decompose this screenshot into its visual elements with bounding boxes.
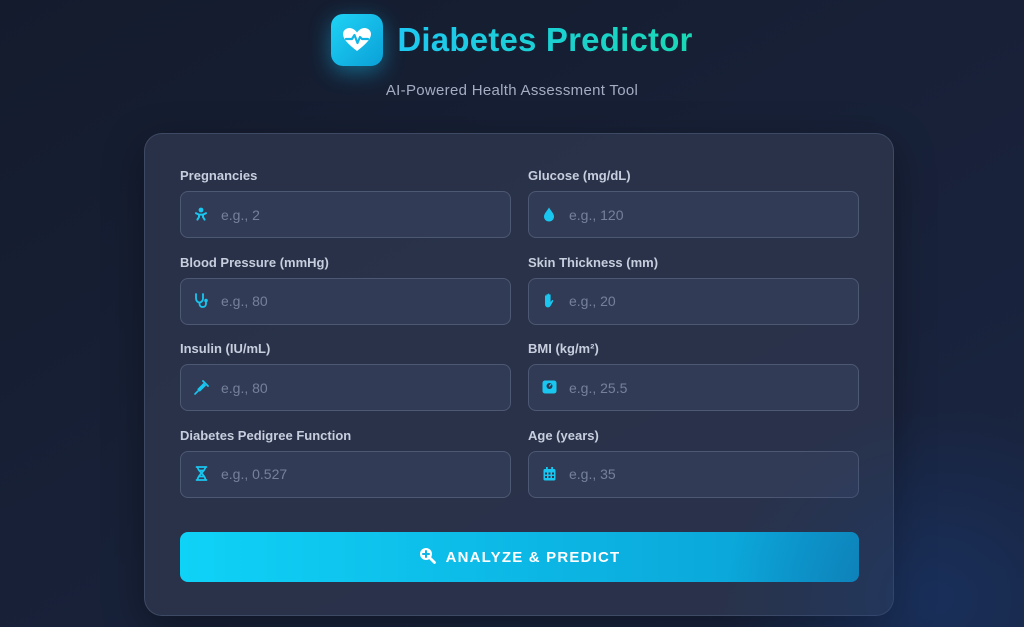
syringe-icon: [193, 379, 209, 395]
skin-thickness-input[interactable]: [529, 278, 858, 324]
dna-icon: [193, 466, 209, 482]
pedigree-input-wrap: [180, 450, 511, 498]
calendar-icon: [541, 466, 557, 482]
skin-thickness-input-wrap: [528, 277, 859, 325]
age-field: Age (years): [528, 427, 859, 516]
page-title: Diabetes Predictor: [397, 21, 693, 58]
blood-pressure-input[interactable]: [181, 278, 510, 324]
pregnancies-input-wrap: [180, 191, 511, 238]
glucose-label: Glucose (mg/dL): [528, 168, 631, 183]
analyze-predict-label: ANALYZE & PREDICT: [445, 548, 621, 566]
age-label: Age (years): [528, 427, 599, 443]
pregnancies-field: Pregnancies: [180, 169, 511, 256]
bmi-input[interactable]: [529, 365, 858, 410]
heart-pulse-icon: [331, 14, 384, 66]
skin-thickness-field: Skin Thickness (mm): [528, 254, 859, 343]
droplet-icon: [541, 206, 557, 222]
glucose-input[interactable]: [529, 192, 858, 237]
weight-scale-icon: [541, 379, 557, 395]
analyze-predict-button[interactable]: ANALYZE & PREDICT: [180, 532, 859, 582]
baby-icon: [193, 206, 209, 222]
age-input[interactable]: [529, 451, 858, 497]
page-header: Diabetes Predictor AI-Powered Health Ass…: [0, 14, 1024, 99]
hand-icon: [541, 293, 557, 309]
bmi-label: BMI (kg/m²): [528, 341, 599, 356]
skin-thickness-label: Skin Thickness (mm): [528, 254, 659, 270]
pedigree-field: Diabetes Pedigree Function: [180, 427, 511, 516]
insulin-field: Insulin (IU/mL): [180, 342, 511, 429]
glucose-input-wrap: [528, 191, 859, 238]
insulin-input-wrap: [180, 364, 511, 411]
pregnancies-label: Pregnancies: [180, 168, 258, 183]
pedigree-input[interactable]: [181, 451, 510, 497]
page-subtitle: AI-Powered Health Assessment Tool: [385, 82, 639, 99]
glucose-field: Glucose (mg/dL): [528, 169, 859, 256]
prediction-form-card: Pregnancies Glucose (mg/dL) Blood Pressu…: [144, 133, 894, 616]
age-input-wrap: [528, 450, 859, 498]
blood-pressure-input-wrap: [180, 277, 511, 325]
title-row: Diabetes Predictor: [331, 14, 692, 66]
blood-pressure-field: Blood Pressure (mmHg): [180, 254, 511, 343]
insulin-label: Insulin (IU/mL): [180, 341, 271, 356]
form-grid: Pregnancies Glucose (mg/dL) Blood Pressu…: [180, 169, 859, 515]
pregnancies-input[interactable]: [181, 192, 510, 237]
stethoscope-icon: [193, 293, 209, 309]
blood-pressure-label: Blood Pressure (mmHg): [180, 254, 329, 270]
insulin-input[interactable]: [181, 365, 510, 410]
bmi-field: BMI (kg/m²): [528, 342, 859, 429]
magnifier-plus-icon: [419, 547, 436, 568]
pedigree-label: Diabetes Pedigree Function: [180, 427, 352, 443]
bmi-input-wrap: [528, 364, 859, 411]
